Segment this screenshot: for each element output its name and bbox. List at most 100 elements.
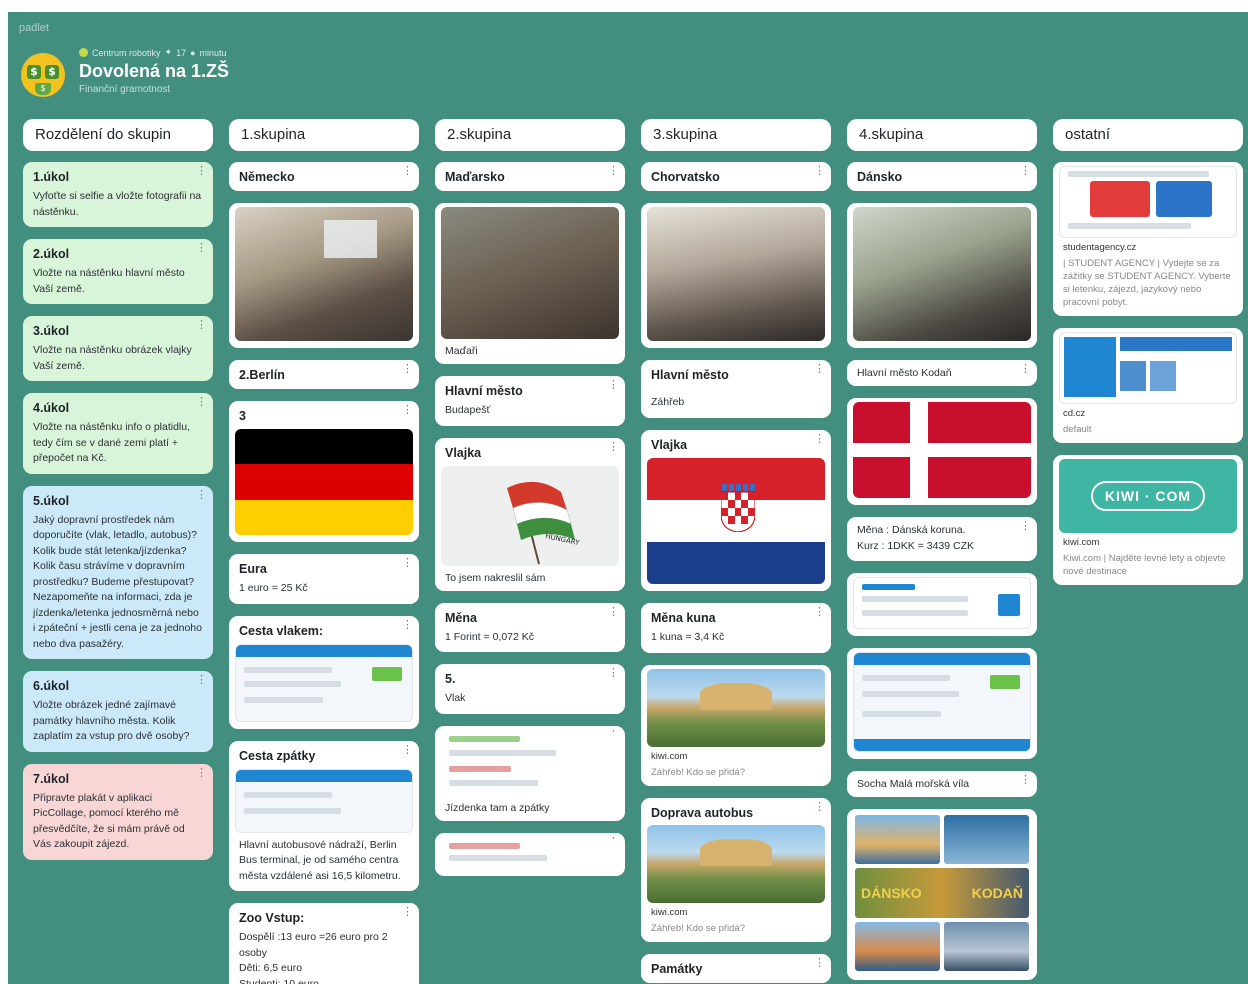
post-train[interactable]: ⋮ Cesta vlakem: bbox=[229, 615, 419, 729]
post-bus-ticket[interactable]: ⋮ bbox=[847, 648, 1037, 759]
more-menu-icon[interactable]: ⋮ bbox=[1020, 364, 1031, 375]
task-card-2[interactable]: ⋮ 2.úkol Vložte na nástěnku hlavní město V… bbox=[23, 239, 213, 304]
more-menu-icon[interactable]: ⋮ bbox=[402, 364, 413, 375]
piccollage-poster[interactable]: DÁNSKO KODAŇ bbox=[853, 813, 1031, 973]
post-transport[interactable]: ⋮ 5. Vlak bbox=[435, 664, 625, 714]
post-flag[interactable]: ⋮ bbox=[847, 398, 1037, 505]
post-selfie-photo[interactable]: ⋮ Maďaři bbox=[435, 203, 625, 364]
more-menu-icon[interactable]: ⋮ bbox=[402, 558, 413, 569]
task-card-6[interactable]: ⋮ 6.úkol Vložte obrázek jedné zajímavé pam… bbox=[23, 671, 213, 752]
more-menu-icon[interactable]: ⋮ bbox=[608, 441, 619, 452]
ticket-screenshot[interactable] bbox=[441, 838, 619, 869]
link-site[interactable]: cd.cz bbox=[1063, 408, 1233, 419]
more-menu-icon[interactable]: ⋮ bbox=[402, 619, 413, 630]
more-menu-icon[interactable]: ⋮ bbox=[196, 489, 207, 500]
post-ticket[interactable]: ⋮ Jízdenka tam a zpátky bbox=[435, 725, 625, 821]
post-bus[interactable]: ⋮ Doprava autobus kiwi.com Záhřeb! Kdo se… bbox=[641, 797, 831, 942]
german-flag-image[interactable] bbox=[235, 429, 413, 535]
post-capital[interactable]: ⋮ Hlavní město Budapešť bbox=[435, 376, 625, 426]
croatia-flag-image[interactable] bbox=[647, 458, 825, 584]
post-country[interactable]: ⋮ Dánsko bbox=[847, 162, 1037, 191]
more-menu-icon[interactable]: ⋮ bbox=[402, 166, 413, 177]
task-card-7[interactable]: ⋮ 7.úkol Připravte plakát v aplikaci PicCo… bbox=[23, 763, 213, 860]
more-menu-icon[interactable]: ⋮ bbox=[1020, 166, 1031, 177]
selfie-image[interactable] bbox=[853, 207, 1031, 341]
more-menu-icon[interactable]: ⋮ bbox=[196, 166, 207, 177]
kiwi-logo[interactable]: KIWI · COM bbox=[1059, 459, 1237, 533]
hungary-flag-drawing[interactable]: HUNGARY bbox=[441, 465, 619, 566]
selfie-image[interactable] bbox=[441, 207, 619, 339]
post-currency[interactable]: ⋮ Měna kuna 1 kuna = 3,4 Kč bbox=[641, 603, 831, 653]
post-currency[interactable]: ⋮ Měna : Dánská koruna. Kurz : 1DKK = 343… bbox=[847, 517, 1037, 561]
post-flag[interactable]: ⋮ Vlajka HUNGARY To jsem nakreslil sám bbox=[435, 437, 625, 591]
post-selfie-photo[interactable]: ⋮ bbox=[641, 203, 831, 348]
more-menu-icon[interactable]: ⋮ bbox=[196, 675, 207, 686]
link-site[interactable]: kiwi.com bbox=[1063, 537, 1233, 548]
column-header[interactable]: ostatní bbox=[1053, 119, 1243, 151]
post-country[interactable]: ⋮ Maďarsko bbox=[435, 162, 625, 191]
task-card-3[interactable]: ⋮ 3.úkol Vložte na nástěnku obrázek vlajky… bbox=[23, 316, 213, 381]
post-currency[interactable]: ⋮ Eura 1 euro = 25 Kč bbox=[229, 554, 419, 604]
post-ticket-2[interactable]: ⋮ bbox=[435, 832, 625, 876]
post-return[interactable]: ⋮ Cesta zpátky Hlavní autobusové nádraží,… bbox=[229, 740, 419, 891]
more-menu-icon[interactable]: ⋮ bbox=[196, 243, 207, 254]
post-link-kiwi[interactable]: ⋮ kiwi.com Záhřeb! Kdo se přidá? bbox=[641, 664, 831, 786]
train-ticket-screenshot[interactable] bbox=[235, 643, 413, 722]
more-menu-icon[interactable]: ⋮ bbox=[608, 166, 619, 177]
post-currency[interactable]: ⋮ Měna 1 Forint = 0,072 Kč bbox=[435, 602, 625, 652]
link-site[interactable]: studentagency.cz bbox=[1063, 242, 1233, 253]
more-menu-icon[interactable]: ⋮ bbox=[814, 364, 825, 375]
more-menu-icon[interactable]: ⋮ bbox=[402, 907, 413, 918]
more-menu-icon[interactable]: ⋮ bbox=[814, 166, 825, 177]
more-menu-icon[interactable]: ⋮ bbox=[196, 320, 207, 331]
post-selfie-photo[interactable]: ⋮ bbox=[229, 203, 419, 348]
column-header[interactable]: 3.skupina bbox=[641, 119, 831, 151]
task-card-1[interactable]: ⋮ 1.úkol Vyfoťte si selfie a vložte fotogr… bbox=[23, 162, 213, 227]
more-menu-icon[interactable]: ⋮ bbox=[402, 744, 413, 755]
flight-screenshot[interactable] bbox=[853, 577, 1031, 629]
author-name[interactable]: Centrum robotiky bbox=[92, 48, 161, 58]
column-header[interactable]: 2.skupina bbox=[435, 119, 625, 151]
brand-logo[interactable]: padlet bbox=[19, 22, 49, 34]
post-selfie-photo[interactable]: ⋮ bbox=[847, 203, 1037, 348]
more-menu-icon[interactable]: ⋮ bbox=[402, 405, 413, 416]
post-capital[interactable]: ⋮ Hlavní město Záhřeb bbox=[641, 360, 831, 418]
task-card-5[interactable]: ⋮ 5.úkol Jaký dopravní prostředek nám dopo… bbox=[23, 485, 213, 659]
column-header[interactable]: 1.skupina bbox=[229, 119, 419, 151]
ticket-screenshot[interactable] bbox=[441, 731, 619, 796]
selfie-image[interactable] bbox=[235, 207, 413, 341]
column-header[interactable]: Rozdělení do skupin bbox=[23, 119, 213, 151]
post-flag[interactable]: ⋮ Vlajka bbox=[641, 430, 831, 591]
more-menu-icon[interactable]: ⋮ bbox=[196, 397, 207, 408]
post-country[interactable]: ⋮ Chorvatsko bbox=[641, 162, 831, 191]
post-flag[interactable]: ⋮ 3 bbox=[229, 401, 419, 542]
post-capital[interactable]: ⋮ 2.Berlín bbox=[229, 360, 419, 389]
more-menu-icon[interactable]: ⋮ bbox=[608, 380, 619, 391]
more-menu-icon[interactable]: ⋮ bbox=[814, 801, 825, 812]
more-menu-icon[interactable]: ⋮ bbox=[814, 957, 825, 968]
post-zoo[interactable]: ⋮ Zoo Vstup: Dospělí :13 euro =26 euro pro… bbox=[229, 903, 419, 984]
more-menu-icon[interactable]: ⋮ bbox=[196, 767, 207, 778]
post-country[interactable]: ⋮ Německo bbox=[229, 162, 419, 191]
more-menu-icon[interactable]: ⋮ bbox=[1020, 775, 1031, 786]
post-flight[interactable]: ⋮ bbox=[847, 573, 1037, 636]
column-header[interactable]: 4.skupina bbox=[847, 119, 1037, 151]
post-sight[interactable]: ⋮ Socha Malá mořská víla bbox=[847, 771, 1037, 797]
more-menu-icon[interactable]: ⋮ bbox=[814, 434, 825, 445]
return-ticket-screenshot[interactable] bbox=[235, 768, 413, 833]
cd-screenshot[interactable] bbox=[1059, 332, 1237, 404]
more-menu-icon[interactable]: ⋮ bbox=[608, 668, 619, 679]
bus-ticket-screenshot[interactable] bbox=[853, 652, 1031, 752]
link-site[interactable]: kiwi.com bbox=[651, 907, 821, 918]
selfie-image[interactable] bbox=[647, 207, 825, 341]
post-link-kiwi[interactable]: ⋮ KIWI · COM kiwi.com Kiwi.com | Najděte… bbox=[1053, 455, 1243, 585]
zagreb-image[interactable] bbox=[647, 668, 825, 747]
zagreb-image[interactable] bbox=[647, 824, 825, 903]
task-card-4[interactable]: ⋮ 4.úkol Vložte na nástěnku info o platidl… bbox=[23, 393, 213, 474]
studentagency-screenshot[interactable] bbox=[1059, 166, 1237, 238]
link-site[interactable]: kiwi.com bbox=[651, 751, 821, 762]
denmark-flag-image[interactable] bbox=[853, 402, 1031, 498]
post-capital[interactable]: ⋮ Hlavní město Kodaň bbox=[847, 360, 1037, 386]
post-link-cd[interactable]: ⋮ cd.cz default bbox=[1053, 328, 1243, 443]
more-menu-icon[interactable]: ⋮ bbox=[608, 606, 619, 617]
